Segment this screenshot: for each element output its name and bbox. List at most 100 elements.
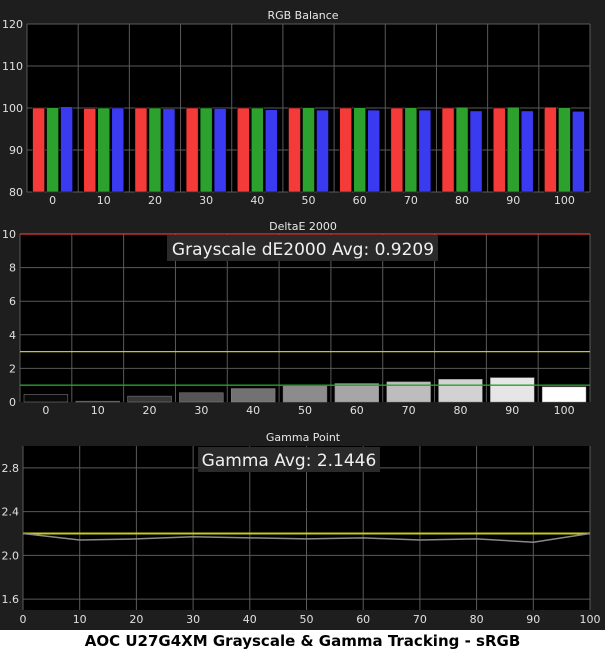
rgb-bar-blue — [367, 109, 380, 193]
deltae-bar — [127, 395, 172, 403]
y-tick-label: 2.8 — [2, 462, 20, 475]
rgb-bar-blue — [316, 109, 329, 193]
x-tick-label: 20 — [148, 194, 162, 207]
y-tick-label: 100 — [2, 102, 23, 115]
x-tick-label: 90 — [505, 404, 519, 417]
rgb-bar-green — [302, 107, 315, 193]
rgb-bar-red — [390, 107, 404, 193]
rgb-bar-blue — [162, 108, 176, 193]
x-tick-label: 90 — [526, 613, 540, 626]
deltae-bar — [541, 386, 587, 403]
chart-figure: RGB Balance 80 90 100 110 120 0 10 20 30 40 50 60 7… — [0, 0, 605, 630]
deltae-panel: DeltaE 2000 0 2 4 6 8 10 0 10 20 30 40 50 60 70 80 90 1… — [0, 214, 605, 420]
x-tick-label: 40 — [250, 194, 264, 207]
x-tick-label: 100 — [580, 613, 601, 626]
rgb-bar-red — [185, 107, 199, 193]
rgb-bar-red — [134, 107, 148, 193]
x-tick-label: 0 — [49, 194, 56, 207]
x-tick-label: 90 — [506, 194, 520, 207]
deltae-annotation: Grayscale dE2000 Avg: 0.9209 — [172, 240, 434, 260]
deltae-bar — [75, 400, 120, 403]
rgb-bar-blue — [111, 107, 125, 193]
x-tick-label: 70 — [402, 404, 416, 417]
rgb-bar-green — [404, 107, 418, 193]
y-tick-label: 6 — [9, 295, 16, 308]
y-tick-label: 90 — [9, 144, 23, 157]
rgb-bar-green — [199, 107, 213, 193]
rgb-bar-red — [492, 107, 506, 193]
y-tick-label: 110 — [2, 60, 23, 73]
rgb-bar-green — [46, 107, 59, 193]
deltae-bar — [438, 379, 483, 403]
x-tick-label: 50 — [298, 404, 312, 417]
deltae-bar — [231, 388, 276, 403]
x-tick-label: 80 — [453, 404, 467, 417]
x-tick-label: 80 — [470, 613, 484, 626]
y-tick-label: 2.0 — [2, 549, 20, 562]
rgb-bar-green — [506, 106, 520, 193]
rgb-bar-green — [148, 107, 162, 193]
rgb-bar-blue — [469, 110, 483, 193]
rgb-bar-red — [441, 107, 455, 193]
x-tick-label: 10 — [91, 404, 105, 417]
deltae-bar — [23, 394, 69, 403]
x-tick-label: 50 — [302, 194, 316, 207]
deltae-bar — [334, 383, 379, 403]
y-tick-label: 2 — [9, 362, 16, 375]
x-tick-label: 60 — [356, 613, 370, 626]
x-tick-label: 40 — [246, 404, 260, 417]
deltae-title: DeltaE 2000 — [269, 220, 337, 233]
rgb-bar-red — [32, 107, 45, 193]
rgb-bar-red — [544, 106, 557, 193]
x-tick-label: 0 — [42, 404, 49, 417]
x-tick-label: 10 — [97, 194, 111, 207]
x-tick-label: 30 — [194, 404, 208, 417]
x-tick-label: 70 — [413, 613, 427, 626]
y-tick-label: 2.4 — [2, 506, 20, 519]
x-tick-label: 20 — [129, 613, 143, 626]
x-tick-label: 30 — [186, 613, 200, 626]
rgb-bar-green — [97, 107, 111, 193]
x-tick-label: 100 — [554, 194, 575, 207]
chart-svg: RGB Balance 8090100110120 0 10 20 30 40 50 60 7… — [0, 0, 605, 630]
gamma-annotation: Gamma Avg: 2.1446 — [202, 451, 377, 471]
rgb-bar-blue — [418, 109, 432, 193]
gamma-title: Gamma Point — [266, 431, 341, 444]
x-tick-label: 10 — [73, 613, 87, 626]
x-tick-label: 0 — [20, 613, 27, 626]
rgb-bar-blue — [265, 109, 278, 193]
x-tick-label: 70 — [404, 194, 418, 207]
x-tick-label: 20 — [143, 404, 157, 417]
x-tick-label: 80 — [455, 194, 469, 207]
x-tick-label: 60 — [353, 194, 367, 207]
y-tick-label: 80 — [9, 186, 23, 199]
x-tick-label: 50 — [300, 613, 314, 626]
y-tick-label: 8 — [9, 262, 16, 275]
deltae-bar — [490, 377, 535, 403]
gamma-panel: Gamma Point 1.6 2.0 2.4 2.8 0 10 20 30 40 50 60 70… — [0, 422, 605, 630]
rgb-bars — [32, 106, 585, 193]
rgb-bar-green — [353, 107, 366, 193]
rgb-balance-panel: RGB Balance 80 90 100 110 120 0 10 20 30 40 50 60 7… — [0, 0, 605, 212]
rgb-bar-blue — [213, 108, 227, 193]
deltae-bar — [282, 385, 328, 403]
x-tick-label: 30 — [199, 194, 213, 207]
y-tick-label: 10 — [2, 228, 16, 241]
rgb-bar-red — [339, 107, 352, 193]
rgb-bar-green — [251, 107, 264, 193]
rgb-bar-green — [455, 106, 469, 193]
y-tick-label: 120 — [2, 18, 23, 31]
rgb-bar-blue — [520, 110, 534, 193]
rgb-bar-red — [288, 107, 301, 193]
y-tick-label: 4 — [9, 329, 16, 342]
rgb-bar-red — [237, 107, 250, 193]
rgb-bar-blue — [60, 106, 73, 193]
x-tick-label: 40 — [243, 613, 257, 626]
x-tick-label: 60 — [350, 404, 364, 417]
rgb-bar-green — [558, 107, 571, 193]
rgb-bar-blue — [572, 111, 585, 193]
rgb-bar-red — [83, 108, 97, 193]
y-tick-label: 0 — [9, 396, 16, 409]
x-tick-label: 100 — [554, 404, 575, 417]
y-tick-label: 1.6 — [2, 593, 20, 606]
